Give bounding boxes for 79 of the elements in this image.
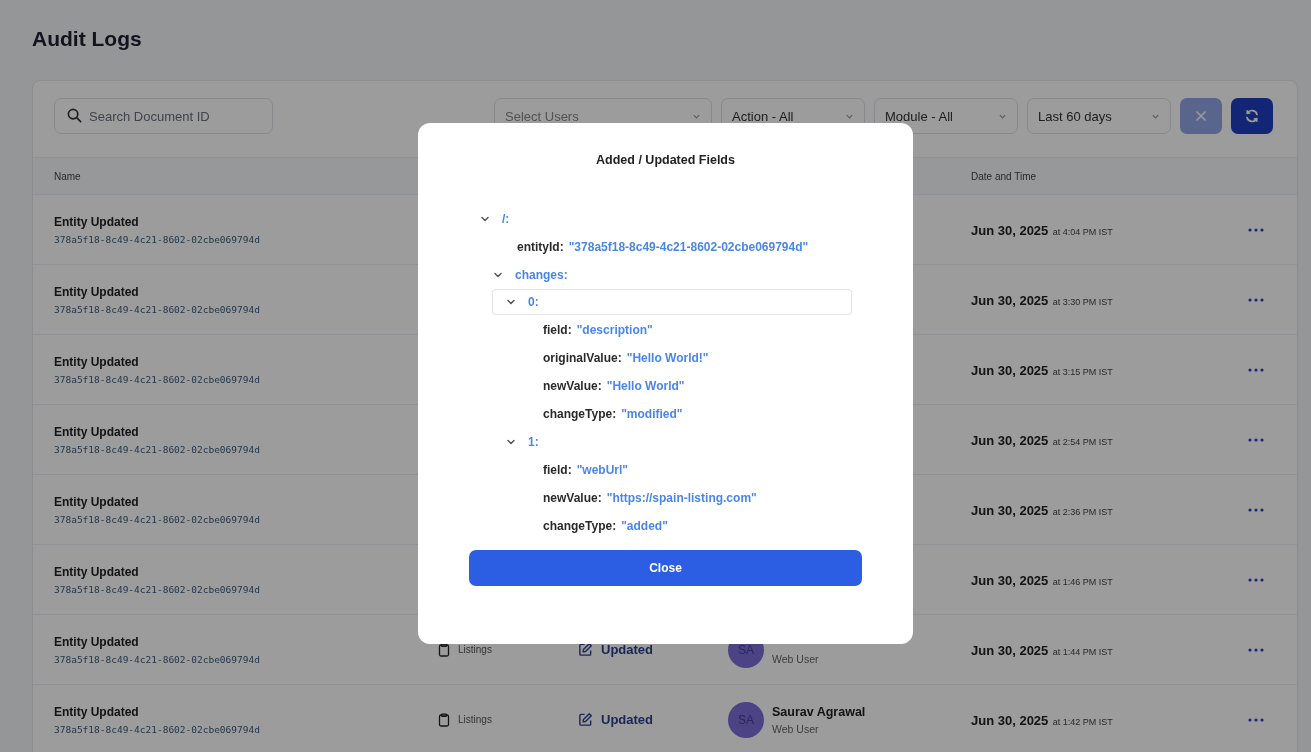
tree-key: /: [502, 212, 510, 226]
document-id: 378a5f18-8c49-4c21-8602-02cbe069794d [54, 303, 260, 315]
edit-icon [578, 642, 593, 657]
date-time: Jun 30, 2025 at 2:36 PM IST [971, 501, 1113, 519]
column-header: Name [54, 170, 81, 182]
tree-value: "378a5f18-8c49-4c21-8602-02cbe069794d" [568, 240, 809, 254]
more-icon[interactable] [1248, 717, 1264, 722]
refresh-button[interactable] [1231, 98, 1273, 134]
chevron-down-icon[interactable] [480, 214, 490, 224]
search-field[interactable]: Search Document ID [54, 98, 273, 134]
date-time: Jun 30, 2025 at 1:46 PM IST [971, 571, 1113, 589]
clipboard-icon [438, 712, 450, 727]
tree-row-highlight[interactable]: 0: [492, 289, 852, 315]
document-id: 378a5f18-8c49-4c21-8602-02cbe069794d [54, 513, 260, 525]
module-label: Listings [458, 714, 492, 725]
search-icon [67, 108, 82, 123]
tree-key: field: [543, 323, 572, 337]
close-icon [1195, 110, 1207, 122]
tree-key: newValue: [543, 379, 602, 393]
tree-value: "description" [576, 323, 653, 337]
tree-key: changes: [515, 268, 568, 282]
tree-value: "Hello World!" [626, 351, 709, 365]
entry-title: Entity Updated [54, 704, 139, 719]
tree-key: newValue: [543, 491, 602, 505]
more-icon[interactable] [1248, 647, 1264, 652]
more-icon[interactable] [1248, 437, 1264, 442]
tree-key: 0: [528, 295, 539, 309]
document-id: 378a5f18-8c49-4c21-8602-02cbe069794d [54, 373, 260, 385]
tree-value: "added" [621, 519, 668, 533]
tree-key: field: [543, 463, 572, 477]
more-icon[interactable] [1248, 577, 1264, 582]
page-title: Audit Logs [32, 26, 143, 52]
date-time: Jun 30, 2025 at 1:42 PM IST [971, 711, 1113, 729]
entry-title: Entity Updated [54, 424, 139, 439]
entry-title: Entity Updated [54, 354, 139, 369]
user-role: Web User [772, 722, 820, 735]
document-id: 378a5f18-8c49-4c21-8602-02cbe069794d [54, 583, 260, 595]
tree-value: "modified" [621, 407, 683, 421]
date-time: Jun 30, 2025 at 1:44 PM IST [971, 641, 1113, 659]
document-id: 378a5f18-8c49-4c21-8602-02cbe069794d [54, 723, 260, 735]
dialog-title: Added / Updated Fields [595, 153, 736, 167]
dropdown[interactable]: Last 60 days [1027, 98, 1171, 134]
date-time: Jun 30, 2025 at 3:30 PM IST [971, 291, 1113, 309]
entry-title: Entity Updated [54, 284, 139, 299]
clipboard-icon [438, 642, 450, 657]
module-label: Listings [458, 644, 492, 655]
document-id: 378a5f18-8c49-4c21-8602-02cbe069794d [54, 443, 260, 455]
entry-title: Entity Updated [54, 564, 139, 579]
entry-title: Entity Updated [54, 214, 139, 229]
user-name: Saurav Agrawal [772, 704, 866, 719]
entry-title: Entity Updated [54, 634, 139, 649]
user-role: Web User [772, 652, 819, 665]
entry-title: Entity Updated [54, 494, 139, 509]
more-icon[interactable] [1248, 507, 1264, 512]
tree-key: originalValue: [543, 351, 622, 365]
document-id: 378a5f18-8c49-4c21-8602-02cbe069794d [54, 653, 260, 665]
close-button[interactable]: Close [469, 550, 862, 586]
action-label: Updated [601, 642, 653, 657]
chevron-down-icon[interactable] [493, 270, 503, 280]
tree-key: changeType: [543, 519, 617, 533]
more-icon[interactable] [1248, 297, 1264, 302]
tree-value: "webUrl" [576, 463, 629, 477]
edit-icon [578, 712, 593, 727]
tree-key: changeType: [543, 407, 617, 421]
chevron-down-icon[interactable] [506, 437, 516, 447]
tree-value: "https://spain-listing.com" [606, 491, 757, 505]
date-time: Jun 30, 2025 at 4:04 PM IST [971, 221, 1113, 239]
date-time: Jun 30, 2025 at 2:54 PM IST [971, 431, 1113, 449]
chevron-down-icon[interactable] [506, 297, 516, 307]
tree-key: entityId: [517, 240, 564, 254]
column-header: Date and Time [971, 170, 1037, 182]
more-icon[interactable] [1248, 227, 1264, 232]
tree-key: 1: [528, 435, 539, 449]
refresh-icon [1244, 108, 1260, 124]
action-label: Updated [601, 712, 653, 727]
more-icon[interactable] [1248, 367, 1264, 372]
date-time: Jun 30, 2025 at 3:15 PM IST [971, 361, 1113, 379]
document-id: 378a5f18-8c49-4c21-8602-02cbe069794d [54, 233, 260, 245]
tree-value: "Hello World" [606, 379, 685, 393]
